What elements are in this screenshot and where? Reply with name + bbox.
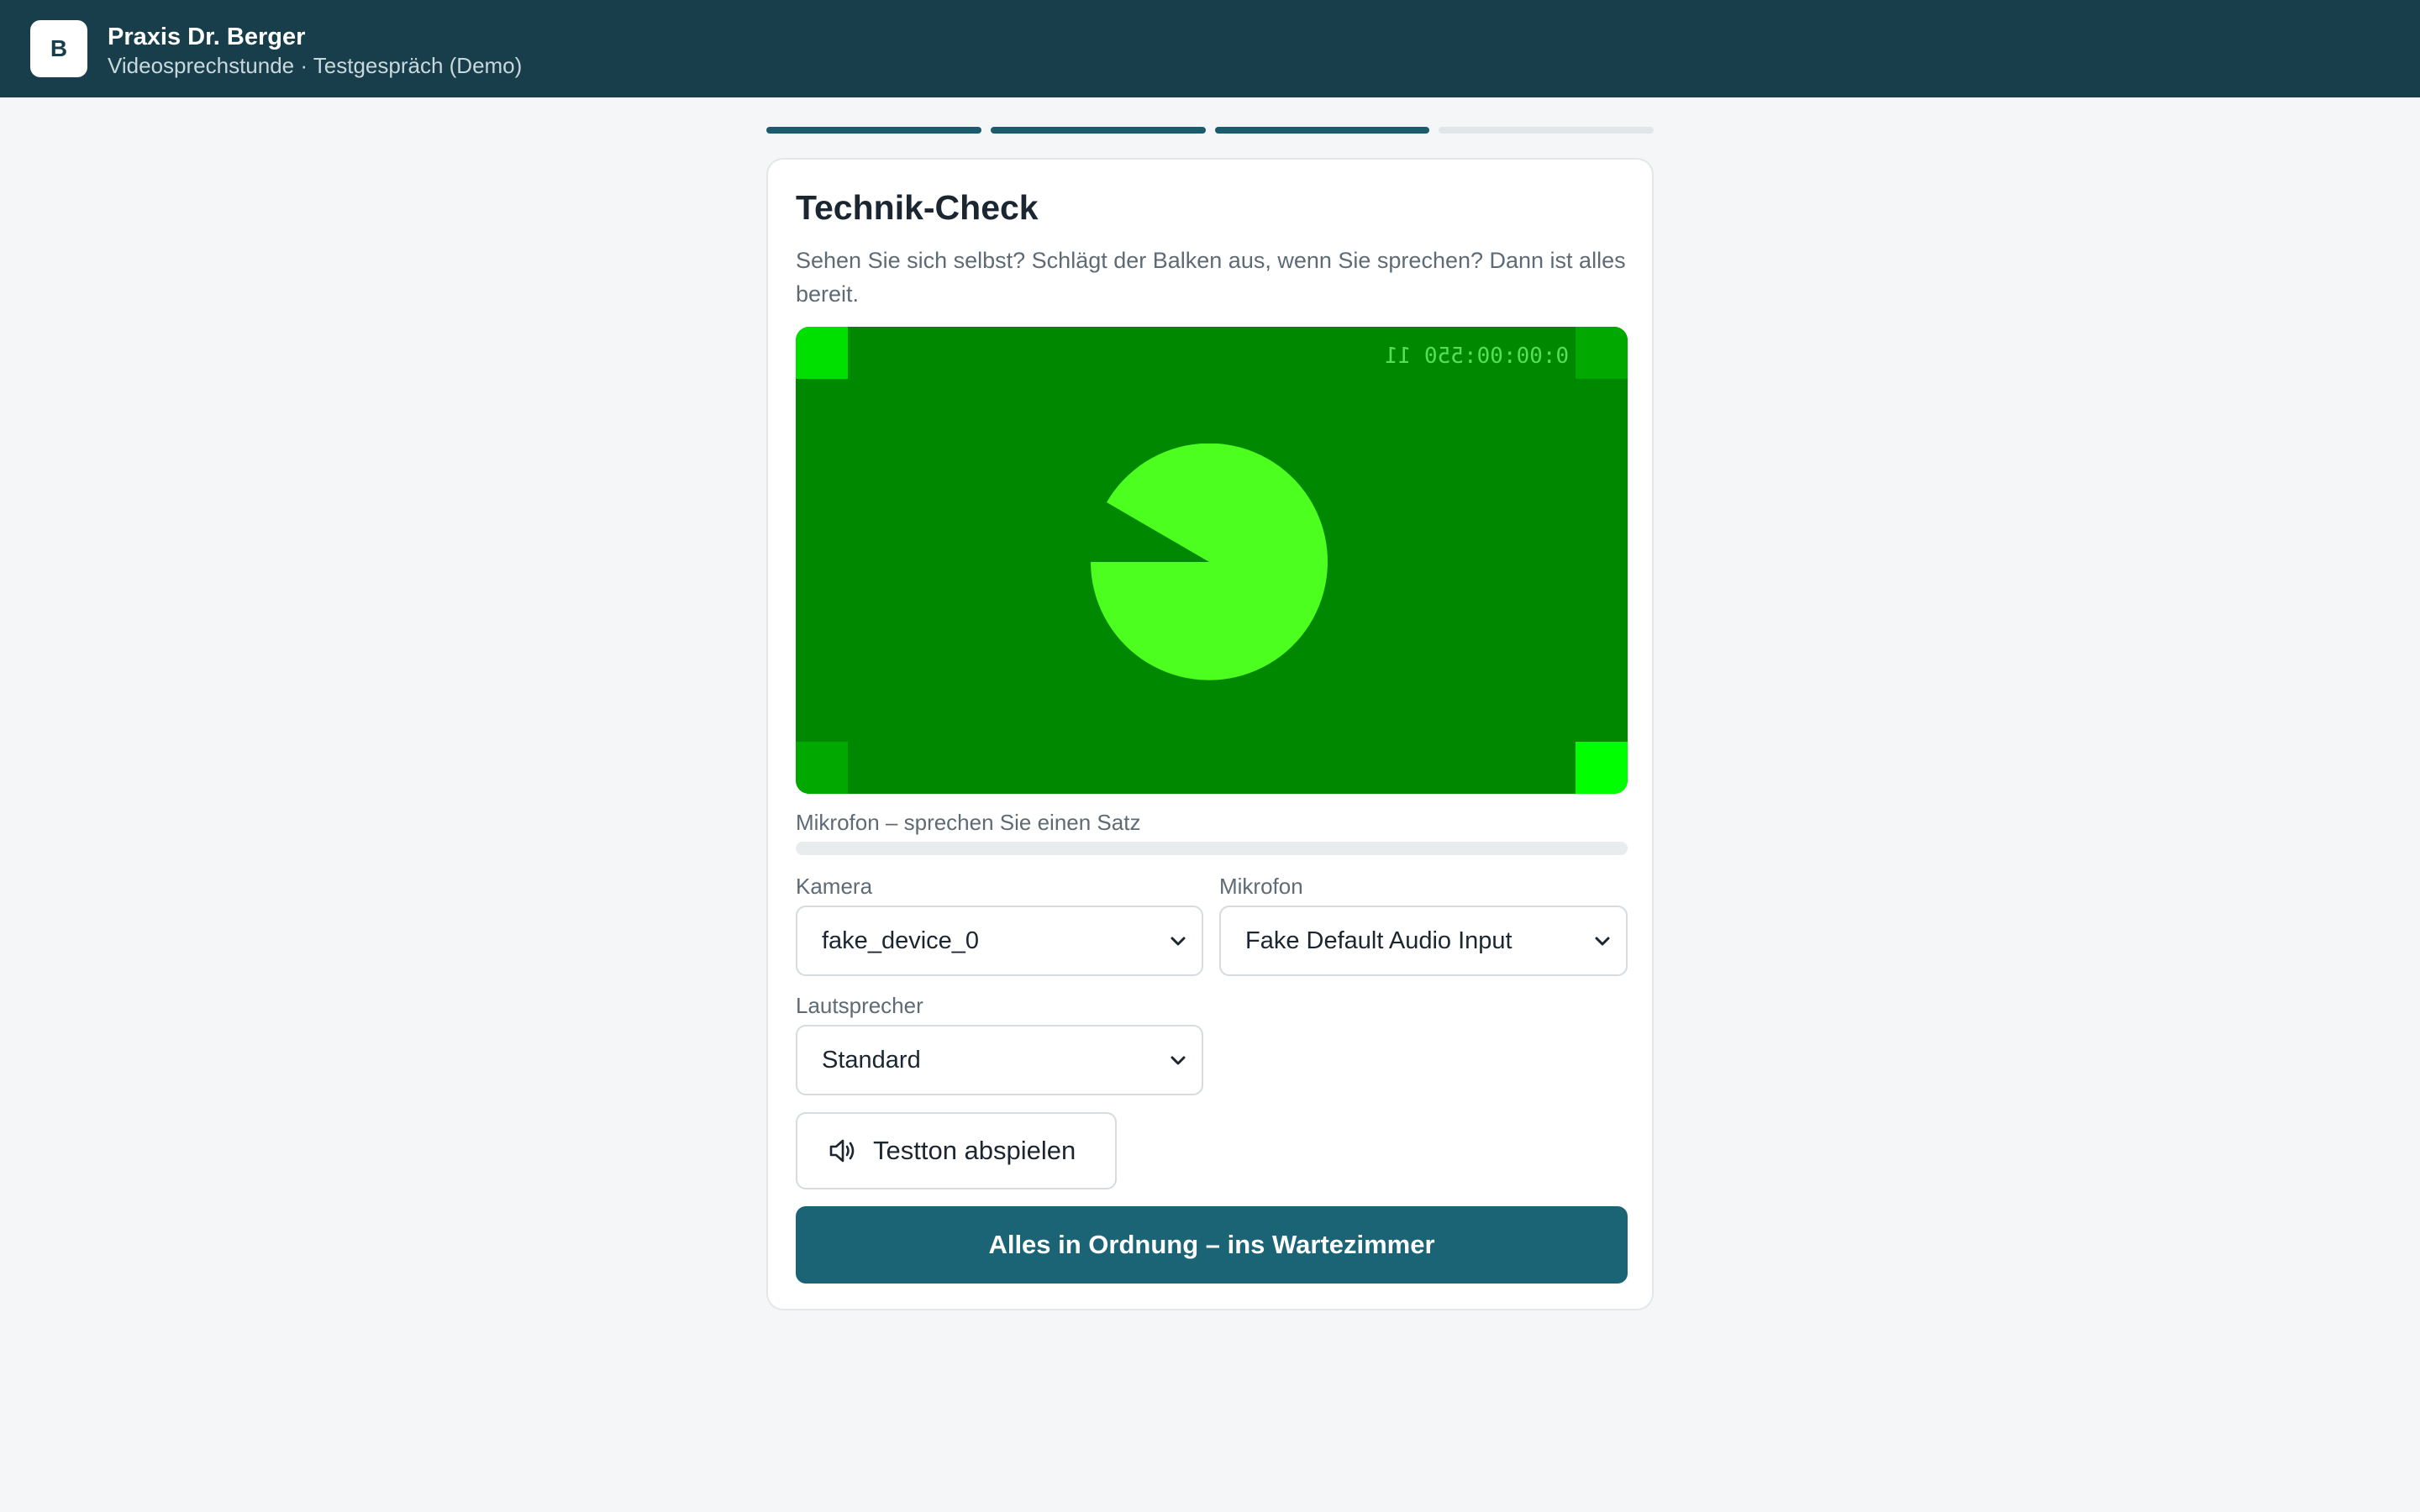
step-progress — [766, 127, 1654, 134]
page-title: Technik-Check — [796, 188, 1039, 227]
speaker-select-value: Standard — [822, 1046, 921, 1074]
instructions-text: Sehen Sie sich selbst? Schlägt der Balke… — [796, 248, 1626, 307]
chevron-down-icon — [1171, 1056, 1186, 1065]
test-pattern-corner — [1576, 742, 1628, 794]
progress-step-1 — [766, 127, 981, 134]
mic-level-meter — [796, 842, 1628, 855]
test-pattern-corner — [796, 327, 848, 379]
test-pattern-corner — [1576, 327, 1628, 379]
practice-info: Praxis Dr. Berger Videosprechstunde · Te… — [108, 22, 522, 79]
microphone-select[interactable]: Fake Default Audio Input — [1219, 906, 1628, 976]
chevron-down-icon — [1595, 937, 1610, 946]
chevron-down-icon — [1171, 937, 1186, 946]
camera-preview: 0:00:00:550 11 — [796, 327, 1628, 794]
continue-to-waiting-room-button[interactable]: Alles in Ordnung – ins Wartezimmer — [796, 1206, 1628, 1284]
speaker-label: Lautsprecher — [796, 993, 923, 1018]
microphone-select-value: Fake Default Audio Input — [1245, 927, 1512, 954]
speaker-select[interactable]: Standard — [796, 1025, 1203, 1095]
test-pattern-pie — [1091, 444, 1328, 680]
top-bar: B Praxis Dr. Berger Videosprechstunde · … — [0, 0, 2420, 97]
speaker-icon — [829, 1139, 855, 1163]
camera-label: Kamera — [796, 874, 873, 899]
session-subtitle: Videosprechstunde · Testgespräch (Demo) — [108, 53, 523, 78]
play-test-tone-button[interactable]: Testton abspielen — [796, 1112, 1117, 1189]
test-pattern-corner — [796, 742, 848, 794]
test-tone-label: Testton abspielen — [873, 1136, 1076, 1165]
mic-meter-label: Mikrofon – sprechen Sie einen Satz — [796, 810, 1141, 835]
practice-name: Praxis Dr. Berger — [108, 24, 306, 50]
tech-check-card: Technik-Check Sehen Sie sich selbst? Sch… — [766, 158, 1654, 1310]
progress-step-2 — [990, 127, 1206, 134]
progress-step-3 — [1214, 127, 1430, 134]
microphone-label: Mikrofon — [1219, 874, 1303, 899]
practice-logo: B — [30, 20, 87, 77]
video-timestamp: 0:00:00:550 11 — [1384, 344, 1569, 369]
progress-step-4 — [1439, 127, 1654, 134]
camera-select[interactable]: fake_device_0 — [796, 906, 1203, 976]
camera-select-value: fake_device_0 — [822, 927, 980, 954]
